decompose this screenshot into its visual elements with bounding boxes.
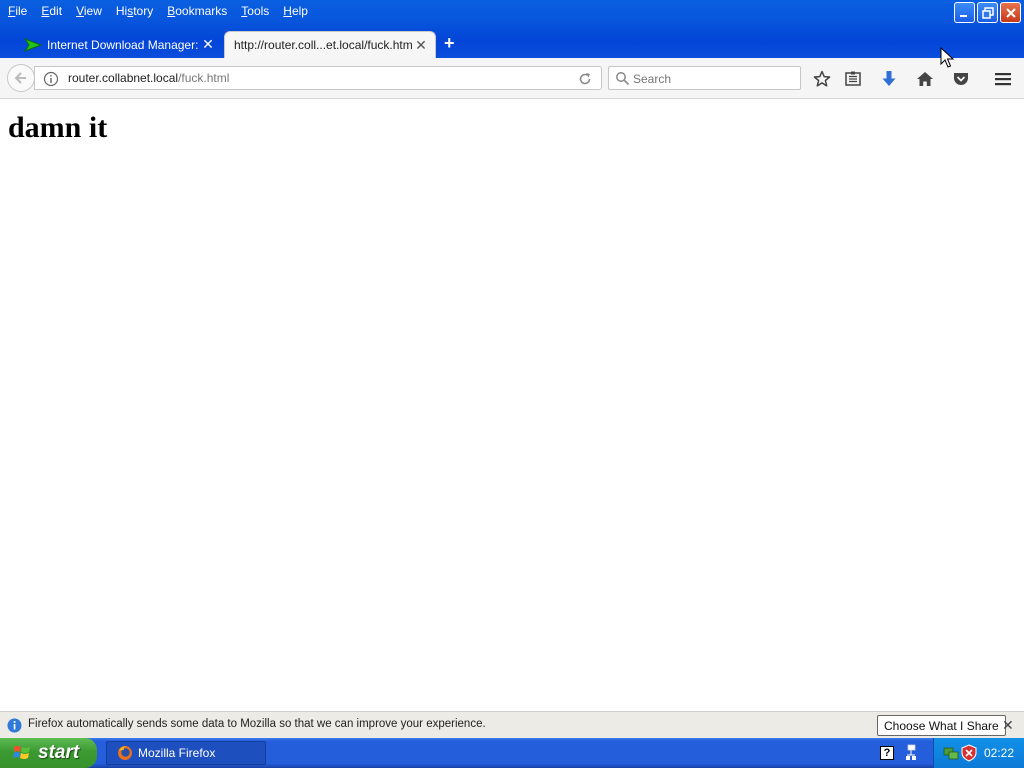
nav-toolbar: router.collabnet.local/fuck.html	[0, 58, 1024, 99]
tab-idm[interactable]: Internet Download Manager: ... ✕	[16, 31, 222, 58]
windows-logo-icon	[13, 746, 30, 759]
menu-history[interactable]: History	[110, 2, 161, 20]
open-menu-button[interactable]	[992, 68, 1014, 90]
restore-icon	[981, 6, 994, 19]
download-icon	[882, 71, 896, 86]
pocket-button[interactable]	[950, 68, 972, 90]
tab-close-icon[interactable]: ✕	[413, 37, 429, 54]
idm-logo-icon	[24, 37, 42, 52]
new-tab-button[interactable]: +	[444, 34, 455, 52]
tab-active-label: http://router.coll...et.local/fuck.html	[234, 38, 413, 52]
home-icon	[917, 72, 933, 86]
help-icon[interactable]: ?	[880, 746, 894, 760]
close-notification-icon[interactable]: ✕	[1002, 717, 1014, 734]
page-heading: damn it	[8, 111, 108, 144]
search-input[interactable]	[633, 71, 793, 87]
reading-list-icon	[845, 71, 861, 86]
menu-edit-rest: dit	[49, 4, 63, 18]
menu-bookmarks[interactable]: Bookmarks	[161, 2, 235, 20]
menu-file-rest: ile	[15, 4, 28, 18]
reading-list-button[interactable]	[842, 68, 864, 90]
notification-text: Firefox automatically sends some data to…	[28, 718, 486, 730]
menu-edit[interactable]: Edit	[35, 2, 70, 20]
taskbar-clock: 02:22	[984, 746, 1015, 760]
network-icon[interactable]	[904, 744, 918, 762]
address-bar[interactable]: router.collabnet.local/fuck.html	[34, 66, 602, 90]
menu-history-rest: Hi	[115, 4, 128, 18]
choose-what-i-share-button[interactable]: Choose What I Share	[877, 715, 1006, 736]
menu-tools-rest: ools	[247, 4, 270, 18]
menu-icon	[995, 73, 1011, 86]
start-button[interactable]: start	[0, 738, 97, 768]
bookmark-star-icon	[813, 70, 831, 87]
taskbar-firefox-button[interactable]: Mozilla Firefox	[106, 741, 266, 765]
menu-file[interactable]: File	[2, 2, 35, 20]
menu-bar: File Edit View History Bookmarks Tools H…	[2, 2, 316, 20]
taskbar-firefox-label: Mozilla Firefox	[138, 746, 216, 760]
firefox-icon	[118, 746, 132, 760]
menu-help[interactable]: Help	[277, 2, 316, 20]
menu-history-tail: tory	[133, 4, 154, 18]
minimize-button[interactable]	[954, 2, 975, 23]
back-arrow-icon	[14, 72, 26, 84]
reload-icon[interactable]	[577, 71, 593, 87]
info-icon[interactable]	[43, 71, 59, 87]
menu-view[interactable]: View	[70, 2, 110, 20]
info-icon	[7, 718, 22, 733]
bookmark-star-button[interactable]	[811, 68, 833, 90]
tab-close-icon[interactable]: ✕	[200, 36, 216, 53]
menu-view-rest: iew	[83, 4, 102, 18]
window-titlebar: File Edit View History Bookmarks Tools H…	[0, 0, 1024, 60]
menu-tools[interactable]: Tools	[235, 2, 277, 20]
search-bar[interactable]	[608, 66, 801, 90]
back-button[interactable]	[7, 64, 35, 92]
pocket-icon	[954, 73, 968, 85]
close-icon	[1005, 7, 1016, 18]
mouse-cursor-icon	[940, 47, 954, 68]
menu-bookmarks-rest: ookmarks	[175, 4, 228, 18]
close-window-button[interactable]	[1000, 2, 1021, 23]
notification-bar: Firefox automatically sends some data to…	[0, 711, 1024, 738]
system-tray: 02:22	[933, 738, 1024, 768]
download-button[interactable]	[878, 68, 900, 90]
tab-active[interactable]: http://router.coll...et.local/fuck.html …	[224, 31, 436, 58]
menu-help-rest: elp	[291, 4, 308, 18]
url-text: router.collabnet.local/fuck.html	[68, 71, 230, 85]
taskbar: start Mozilla Firefox ? 02:22	[0, 738, 1024, 768]
tab-idm-label: Internet Download Manager: ...	[47, 37, 200, 52]
search-icon	[616, 72, 630, 86]
network-status-icon[interactable]	[943, 745, 959, 761]
page-content: damn it	[0, 99, 1024, 711]
start-label: start	[38, 742, 80, 763]
minimize-icon	[960, 15, 967, 17]
restore-button[interactable]	[977, 2, 998, 23]
security-shield-icon[interactable]	[961, 744, 977, 762]
home-button[interactable]	[914, 68, 936, 90]
